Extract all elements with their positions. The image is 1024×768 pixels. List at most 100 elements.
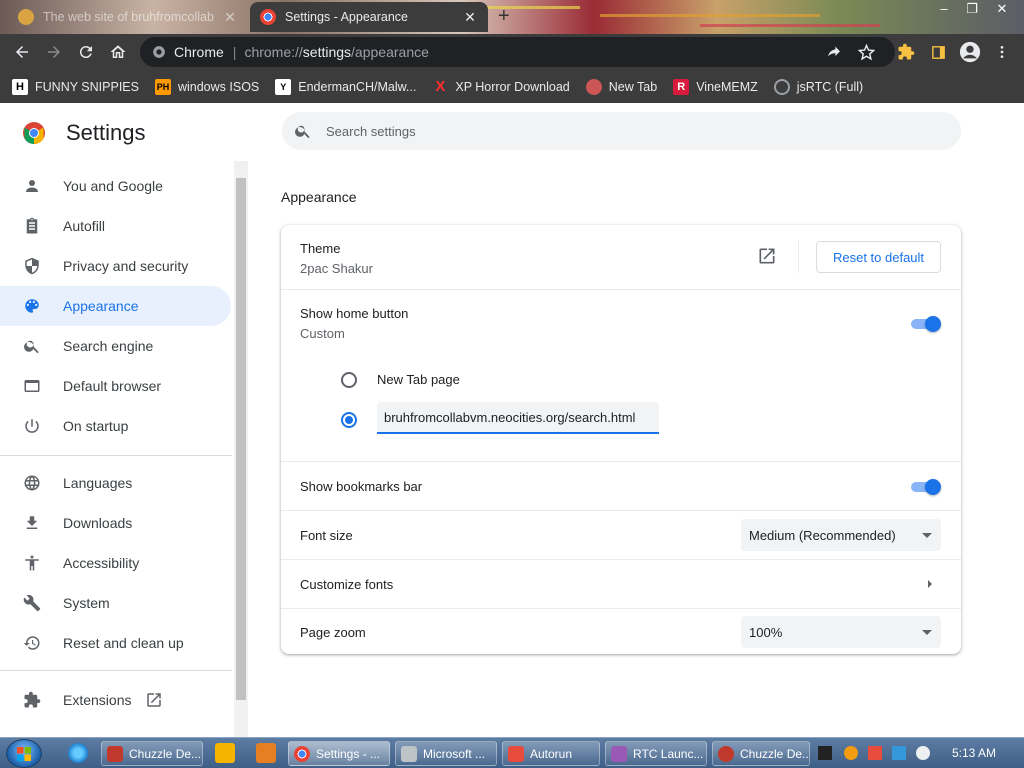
forward-arrow-icon bbox=[48, 46, 60, 58]
theme-decoration bbox=[700, 24, 880, 27]
dropdown-caret-icon bbox=[922, 533, 932, 538]
sidebar-item-languages[interactable]: Languages bbox=[0, 463, 231, 503]
sidebar-item-downloads[interactable]: Downloads bbox=[0, 503, 231, 543]
sidebar-item-extensions[interactable]: Extensions bbox=[0, 680, 231, 720]
search-input[interactable] bbox=[326, 123, 906, 139]
sidebar-item-autofill[interactable]: Autofill bbox=[0, 206, 231, 246]
sidebar-item-system[interactable]: System bbox=[0, 583, 231, 623]
star-icon bbox=[857, 43, 875, 60]
tab-settings[interactable]: Settings - Appearance ✕ bbox=[250, 2, 488, 32]
bookmark-item[interactable]: R VineMEMZ bbox=[673, 78, 758, 95]
tray-icon[interactable] bbox=[818, 746, 832, 760]
tray-network-icon[interactable] bbox=[892, 746, 906, 760]
taskbar-item-chuzzle-2[interactable]: Chuzzle De... bbox=[712, 741, 810, 766]
home-button[interactable] bbox=[106, 40, 130, 64]
media-player-icon[interactable] bbox=[215, 743, 235, 763]
row-divider bbox=[281, 461, 961, 462]
reset-theme-button[interactable]: Reset to default bbox=[816, 241, 941, 273]
close-window-icon[interactable]: ✕ bbox=[988, 0, 1016, 20]
search-icon bbox=[295, 125, 310, 139]
settings-sidebar: You and Google Autofill Privacy and secu… bbox=[0, 161, 232, 737]
bookmark-item[interactable]: New Tab bbox=[585, 78, 657, 95]
title-bar: The web site of bruhfromcollab ✕ Setting… bbox=[0, 0, 1024, 34]
sidebar-item-accessibility[interactable]: Accessibility bbox=[0, 543, 231, 583]
bookmark-item[interactable]: X XP Horror Download bbox=[432, 78, 569, 95]
accessibility-icon bbox=[25, 555, 39, 571]
download-icon bbox=[26, 516, 38, 529]
radio-new-tab-page[interactable] bbox=[341, 372, 357, 388]
close-tab-icon[interactable]: ✕ bbox=[222, 9, 238, 26]
app-quick-icon[interactable] bbox=[256, 743, 276, 763]
taskbar-item-settings[interactable]: Settings - ... bbox=[288, 741, 390, 766]
scrollbar-thumb[interactable] bbox=[236, 178, 246, 700]
sidebar-divider bbox=[0, 670, 232, 671]
tab-title: Settings - Appearance bbox=[285, 10, 408, 24]
show-home-button-toggle[interactable] bbox=[909, 316, 941, 332]
bookmark-item[interactable]: jsRTC (Full) bbox=[773, 78, 863, 95]
extensions-button[interactable] bbox=[894, 40, 918, 64]
open-theme-button[interactable] bbox=[757, 246, 777, 269]
bookmark-item[interactable]: H FUNNY SNIPPIES bbox=[12, 78, 139, 95]
taskbar-item-rtc[interactable]: RTC Launc... bbox=[605, 741, 707, 766]
forward-button[interactable] bbox=[42, 40, 66, 64]
row-divider bbox=[281, 608, 961, 609]
open-in-new-icon bbox=[759, 248, 775, 264]
page-zoom-select[interactable]: 100% bbox=[741, 616, 941, 648]
search-icon bbox=[24, 340, 39, 354]
search-settings-field[interactable] bbox=[282, 112, 961, 150]
close-tab-icon[interactable]: ✕ bbox=[462, 9, 478, 26]
radio-custom-url[interactable] bbox=[341, 412, 357, 428]
row-divider bbox=[281, 289, 961, 290]
sidebar-item-appearance[interactable]: Appearance bbox=[0, 286, 231, 326]
profile-button[interactable] bbox=[958, 40, 982, 64]
palette-icon bbox=[25, 299, 39, 313]
maximize-icon[interactable]: ❐ bbox=[958, 0, 986, 20]
taskbar-item-microsoft[interactable]: Microsoft ... bbox=[395, 741, 497, 766]
minimize-icon[interactable]: – bbox=[930, 0, 958, 20]
customize-fonts-row[interactable]: Customize fonts bbox=[281, 560, 961, 608]
sidebar-item-privacy[interactable]: Privacy and security bbox=[0, 246, 231, 286]
sidebar-item-default-browser[interactable]: Default browser bbox=[0, 366, 231, 406]
avatar-icon bbox=[585, 78, 602, 95]
globe-icon bbox=[24, 475, 40, 491]
menu-button[interactable] bbox=[990, 40, 1014, 64]
address-bar[interactable]: Chrome | chrome://settings/appearance bbox=[140, 37, 895, 67]
omnibox-separator: | bbox=[232, 44, 237, 60]
new-tab-button[interactable]: + bbox=[498, 6, 510, 26]
tray-volume-icon[interactable] bbox=[916, 746, 930, 760]
sidebar-divider bbox=[0, 455, 232, 456]
sidebar-item-on-startup[interactable]: On startup bbox=[0, 406, 231, 446]
sidebar-item-reset[interactable]: Reset and clean up bbox=[0, 623, 231, 663]
sidebar-item-search-engine[interactable]: Search engine bbox=[0, 326, 231, 366]
taskbar-item-chuzzle[interactable]: Chuzzle De... bbox=[101, 741, 203, 766]
side-panel-button[interactable] bbox=[926, 40, 950, 64]
show-bookmarks-bar-toggle[interactable] bbox=[909, 479, 941, 495]
settings-page: Settings You and Google Autofill Privacy… bbox=[0, 103, 1024, 737]
ie-icon[interactable] bbox=[68, 743, 88, 763]
tab-website[interactable]: The web site of bruhfromcollab ✕ bbox=[8, 2, 248, 32]
custom-home-url-input[interactable] bbox=[377, 402, 659, 434]
reload-button[interactable] bbox=[74, 40, 98, 64]
start-button[interactable] bbox=[6, 739, 42, 768]
tray-flag-icon[interactable] bbox=[868, 746, 882, 760]
show-bookmarks-bar-label: Show bookmarks bar bbox=[300, 479, 423, 494]
settings-favicon-icon bbox=[260, 9, 276, 25]
taskbar-item-autorun[interactable]: Autorun bbox=[502, 741, 600, 766]
back-button[interactable] bbox=[10, 40, 34, 64]
bookmark-item[interactable]: PH windows ISOS bbox=[154, 78, 259, 95]
share-button[interactable] bbox=[822, 40, 846, 64]
app-icon bbox=[401, 745, 417, 762]
bookmark-item[interactable]: Y EndermanCH/Malw... bbox=[275, 78, 416, 95]
app-icon bbox=[107, 745, 123, 762]
browser-toolbar: Chrome | chrome://settings/appearance bbox=[0, 34, 1024, 70]
font-size-select[interactable]: Medium (Recommended) bbox=[741, 519, 941, 551]
bookmarks-bar: H FUNNY SNIPPIES PH windows ISOS Y Enderman… bbox=[0, 70, 1024, 103]
divider bbox=[798, 241, 799, 273]
more-vert-icon bbox=[1000, 46, 1004, 58]
sidebar-scrollbar[interactable] bbox=[234, 161, 248, 737]
app-icon bbox=[508, 745, 524, 762]
bookmark-star-button[interactable] bbox=[854, 40, 878, 64]
tray-icon[interactable] bbox=[844, 746, 858, 760]
sidebar-item-you-and-google[interactable]: You and Google bbox=[0, 166, 231, 206]
clock[interactable]: 5:13 AM bbox=[952, 746, 996, 760]
